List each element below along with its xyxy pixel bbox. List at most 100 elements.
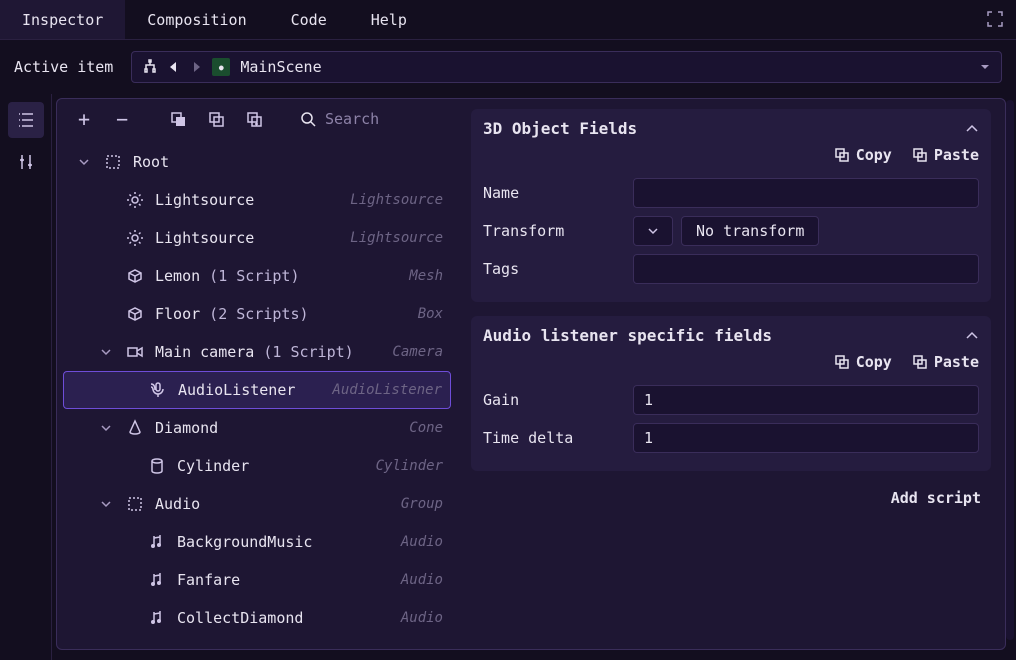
- tree-row[interactable]: FanfareAudio: [63, 561, 451, 599]
- tree-row[interactable]: Main camera (1 Script) Camera: [63, 333, 451, 371]
- audio-icon: [147, 570, 167, 590]
- tree-row[interactable]: Root: [63, 143, 451, 181]
- node-type-label: Audio: [401, 534, 443, 550]
- collapse-icon[interactable]: [965, 122, 979, 136]
- duplicate-icon[interactable]: [163, 104, 193, 134]
- tags-field[interactable]: [633, 254, 979, 284]
- audio-icon: [147, 532, 167, 552]
- mesh-icon: [125, 266, 145, 286]
- node-type-label: Group: [401, 496, 443, 512]
- tree-row[interactable]: AudioListenerAudioListener: [63, 371, 451, 409]
- name-field-label: Name: [483, 184, 623, 202]
- cylinder-icon: [147, 456, 167, 476]
- outline-view-button[interactable]: [8, 102, 44, 138]
- tab-code[interactable]: Code: [269, 0, 349, 39]
- light-icon: [125, 190, 145, 210]
- tab-help[interactable]: Help: [349, 0, 429, 39]
- node-label: Lightsource: [155, 229, 340, 247]
- nav-back-icon[interactable]: [168, 61, 180, 73]
- tree-row[interactable]: CollectDiamond Audio: [63, 599, 451, 637]
- tree-row[interactable]: Diamond Cone: [63, 409, 451, 447]
- section-title: Audio listener specific fields: [483, 326, 772, 345]
- paste-icon[interactable]: [239, 104, 269, 134]
- section-title: 3D Object Fields: [483, 119, 637, 138]
- node-label: Floor (2 Scripts): [155, 305, 408, 323]
- section-audio-listener-fields: Audio listener specific fields Copy Past…: [471, 316, 991, 471]
- paste-label: Paste: [934, 146, 979, 164]
- chevron-down-icon[interactable]: [979, 61, 991, 73]
- scene-indicator-icon: ●: [212, 58, 230, 76]
- node-type-label: Cone: [409, 420, 443, 436]
- tree-toolbar: + − Search: [57, 99, 457, 139]
- search-input[interactable]: Search: [325, 110, 379, 128]
- light-icon: [125, 228, 145, 248]
- tree-row[interactable]: BackgroundMusic Audio: [63, 523, 451, 561]
- node-type-label: Box: [418, 306, 443, 322]
- chevron-down-icon[interactable]: [101, 423, 115, 433]
- tree-row[interactable]: LightsourceLightsource: [63, 181, 451, 219]
- sliders-view-button[interactable]: [8, 144, 44, 180]
- scene-name: MainScene: [240, 58, 321, 76]
- collapse-icon[interactable]: [965, 329, 979, 343]
- content-panel: + − Search: [56, 98, 1006, 650]
- tree-row[interactable]: Lemon (1 Script)Mesh: [63, 257, 451, 295]
- paste-button[interactable]: Paste: [912, 146, 979, 164]
- node-type-label: Audio: [401, 572, 443, 588]
- group-icon: [125, 494, 145, 514]
- copy-label: Copy: [856, 353, 892, 371]
- tree-panel: + − Search: [57, 99, 457, 649]
- chevron-down-icon[interactable]: [101, 347, 115, 357]
- scrollbar[interactable]: [1006, 100, 1014, 640]
- node-type-label: Cylinder: [376, 458, 443, 474]
- gain-field-label: Gain: [483, 391, 623, 409]
- paste-button[interactable]: Paste: [912, 353, 979, 371]
- box-icon: [125, 304, 145, 324]
- remove-button[interactable]: −: [107, 104, 137, 134]
- tree-row[interactable]: CylinderCylinder: [63, 447, 451, 485]
- copy-button[interactable]: Copy: [834, 146, 892, 164]
- left-rail: [0, 94, 52, 660]
- audio-icon: [147, 608, 167, 628]
- details-panel: 3D Object Fields Copy Paste: [457, 99, 1005, 649]
- group-icon: [103, 152, 123, 172]
- copy-icon[interactable]: [201, 104, 231, 134]
- tree-row[interactable]: Audio Group: [63, 485, 451, 523]
- node-type-label: Lightsource: [350, 192, 443, 208]
- chevron-down-icon[interactable]: [79, 157, 93, 167]
- add-button[interactable]: +: [69, 104, 99, 134]
- node-label: Diamond: [155, 419, 399, 437]
- timedelta-field[interactable]: 1: [633, 423, 979, 453]
- node-label: Root: [133, 153, 443, 171]
- chevron-down-icon[interactable]: [101, 499, 115, 509]
- add-script-button[interactable]: Add script: [471, 485, 991, 511]
- paste-label: Paste: [934, 353, 979, 371]
- tree-row[interactable]: Lightsource Lightsource: [63, 219, 451, 257]
- tab-inspector[interactable]: Inspector: [0, 0, 125, 39]
- nav-forward-icon[interactable]: [190, 61, 202, 73]
- copy-button[interactable]: Copy: [834, 353, 892, 371]
- node-label: CollectDiamond: [177, 609, 391, 627]
- tree-row[interactable]: Floor (2 Scripts) Box: [63, 295, 451, 333]
- transform-value[interactable]: No transform: [681, 216, 819, 246]
- node-type-label: Lightsource: [350, 230, 443, 246]
- node-label: Audio: [155, 495, 391, 513]
- fullscreen-icon[interactable]: [986, 10, 1004, 28]
- copy-label: Copy: [856, 146, 892, 164]
- node-type-label: Audio: [401, 610, 443, 626]
- node-label: Main camera (1 Script): [155, 343, 382, 361]
- transform-field-label: Transform: [483, 222, 623, 240]
- tab-composition[interactable]: Composition: [125, 0, 268, 39]
- gain-field[interactable]: 1: [633, 385, 979, 415]
- tab-bar: Inspector Composition Code Help: [0, 0, 1016, 40]
- script-badge: (1 Script): [200, 267, 299, 285]
- name-field[interactable]: [633, 178, 979, 208]
- section-3d-object-fields: 3D Object Fields Copy Paste: [471, 109, 991, 302]
- transform-expand-button[interactable]: [633, 216, 673, 246]
- node-type-label: Camera: [392, 344, 443, 360]
- node-label: BackgroundMusic: [177, 533, 391, 551]
- scene-selector[interactable]: ● MainScene: [131, 51, 1002, 83]
- script-badge: (2 Scripts): [200, 305, 308, 323]
- node-label: AudioListener: [178, 381, 322, 399]
- search-icon[interactable]: [299, 110, 317, 128]
- mic-icon: [148, 380, 168, 400]
